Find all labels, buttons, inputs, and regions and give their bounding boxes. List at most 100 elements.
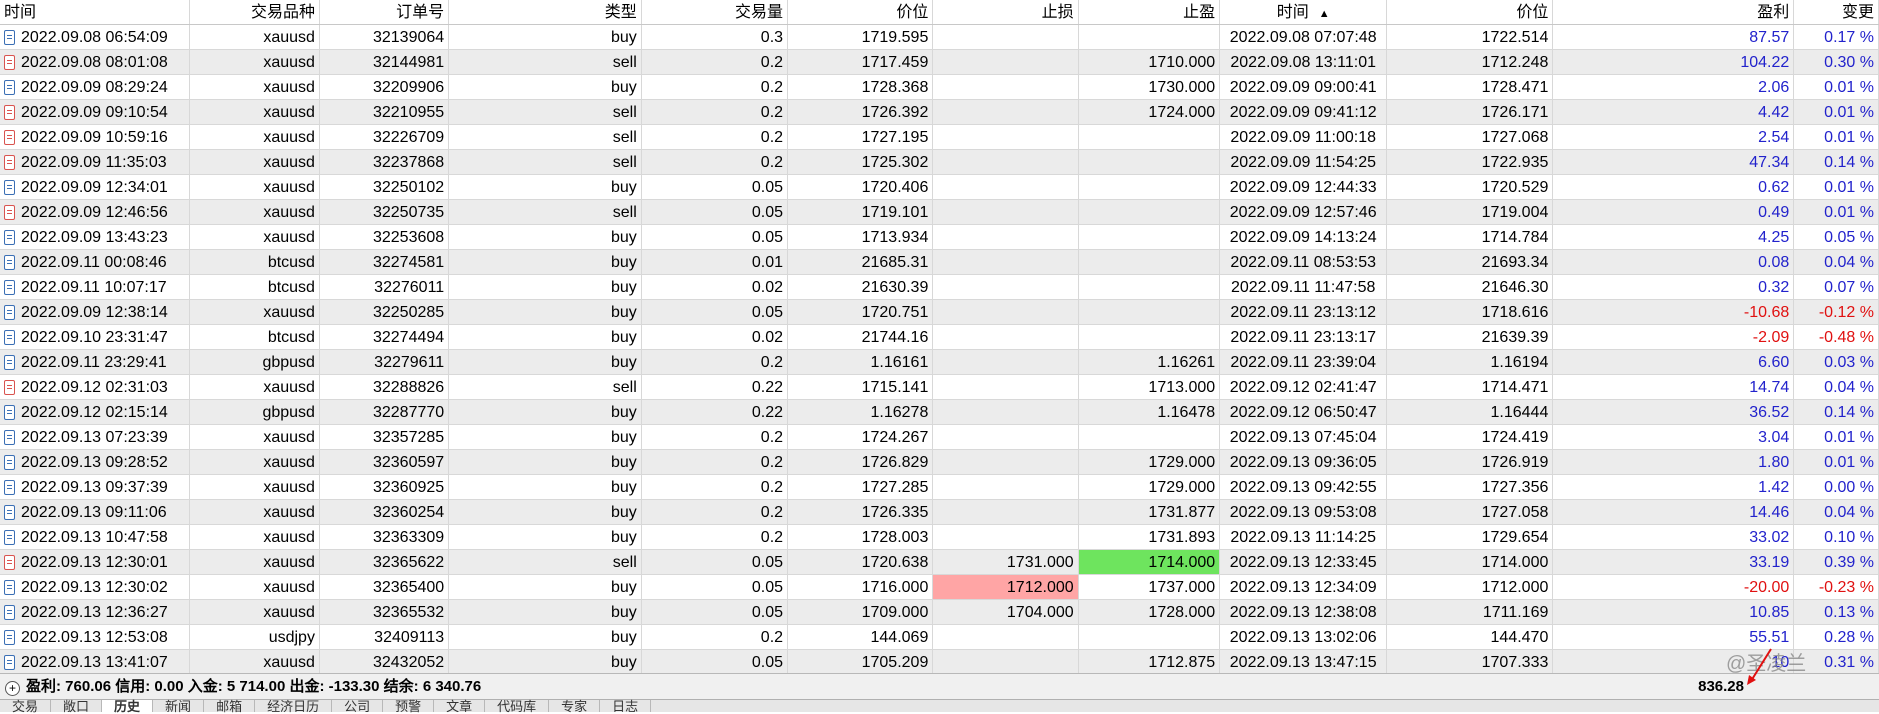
table-row[interactable]: 2022.09.13 09:11:06 xauusd 32360254 buy 0.2 1…	[0, 500, 1879, 525]
table-row[interactable]: 2022.09.13 13:41:07 xauusd 32432052 buy 0.05…	[0, 650, 1879, 675]
cell-text: xauusd	[263, 479, 315, 496]
table-row[interactable]: 2022.09.08 06:54:09 xauusd 32139064 buy 0.3 1…	[0, 25, 1879, 50]
take-profit-cell	[1079, 625, 1221, 649]
header-open-time[interactable]: 时间	[0, 0, 190, 24]
tab-5[interactable]: 经济日历	[255, 700, 333, 714]
header-close-time[interactable]: 时间 ▲	[1220, 0, 1388, 24]
table-row[interactable]: 2022.09.11 00:08:46 btcusd 32274581 buy 0.01…	[0, 250, 1879, 275]
tab-3[interactable]: 新闻	[153, 700, 205, 714]
ticket-cell: 32210955	[320, 100, 450, 124]
cell-text: 0.32	[1758, 279, 1790, 296]
symbol-cell: gbpusd	[190, 350, 320, 374]
type-cell: buy	[449, 450, 642, 474]
expand-icon[interactable]: +	[5, 681, 20, 696]
ticket-cell: 32288826	[320, 375, 450, 399]
open-time-cell: 2022.09.09 13:43:23	[0, 225, 190, 249]
cell-text: 1731.877	[1148, 504, 1216, 521]
table-row[interactable]: 2022.09.09 12:46:56 xauusd 32250735 sell 0.0…	[0, 200, 1879, 225]
tab-1[interactable]: 敞口	[51, 700, 103, 714]
header-stop-loss[interactable]: 止损	[933, 0, 1079, 24]
type-cell: buy	[449, 225, 642, 249]
close-price-cell: 21646.30	[1387, 275, 1554, 299]
cell-text: 2022.09.12 02:15:14	[21, 403, 168, 421]
table-row[interactable]: 2022.09.09 10:59:16 xauusd 32226709 sell 0.2…	[0, 125, 1879, 150]
cell-text: 0.3	[760, 29, 784, 46]
open-price-cell: 1713.934	[788, 225, 934, 249]
table-row[interactable]: 2022.09.12 02:15:14 gbpusd 32287770 buy 0.22…	[0, 400, 1879, 425]
table-row[interactable]: 2022.09.11 10:07:17 btcusd 32276011 buy 0.02…	[0, 275, 1879, 300]
table-row[interactable]: 2022.09.09 12:34:01 xauusd 32250102 buy 0.05…	[0, 175, 1879, 200]
cell-text: 1731.893	[1148, 529, 1216, 546]
cell-text: 2022.09.13 12:38:08	[1229, 604, 1377, 621]
cell-text: buy	[611, 354, 637, 371]
change-cell: 0.01 %	[1794, 200, 1879, 224]
volume-cell: 0.22	[642, 400, 789, 424]
symbol-cell: xauusd	[190, 600, 320, 624]
profit-cell: 1.80	[1553, 450, 1795, 474]
change-cell: 0.04 %	[1794, 500, 1879, 524]
header-type[interactable]: 类型	[449, 0, 642, 24]
table-row[interactable]: 2022.09.13 09:28:52 xauusd 32360597 buy 0.2 1…	[0, 450, 1879, 475]
table-row[interactable]: 2022.09.13 12:30:02 xauusd 32365400 buy 0.05…	[0, 575, 1879, 600]
header-symbol[interactable]: 交易品种	[190, 0, 320, 24]
header-close-price[interactable]: 价位	[1387, 0, 1554, 24]
open-time-cell: 2022.09.09 12:34:01	[0, 175, 190, 199]
cell-text: 2022.09.13 13:47:15	[1229, 654, 1377, 671]
cell-text: 1724.267	[861, 429, 929, 446]
table-row[interactable]: 2022.09.13 10:47:58 xauusd 32363309 buy 0.2 1…	[0, 525, 1879, 550]
cell-text: 0.04 %	[1824, 254, 1874, 271]
header-change[interactable]: 变更	[1794, 0, 1879, 24]
cell-text: 32250735	[372, 204, 445, 221]
tab-2[interactable]: 历史	[102, 700, 154, 714]
cell-text: btcusd	[267, 329, 315, 346]
take-profit-cell: 1728.000	[1079, 600, 1221, 624]
sell-order-icon	[4, 554, 15, 570]
header-take-profit[interactable]: 止盈	[1079, 0, 1221, 24]
profit-cell: 55.51	[1553, 625, 1795, 649]
close-price-cell: 1707.333	[1387, 650, 1554, 674]
tab-7[interactable]: 预警	[383, 700, 435, 714]
table-row[interactable]: 2022.09.10 23:31:47 btcusd 32274494 buy 0.02…	[0, 325, 1879, 350]
symbol-cell: xauusd	[190, 575, 320, 599]
table-row[interactable]: 2022.09.09 09:10:54 xauusd 32210955 sell 0.2…	[0, 100, 1879, 125]
table-row[interactable]: 2022.09.13 12:30:01 xauusd 32365622 sell 0.0…	[0, 550, 1879, 575]
header-open-price[interactable]: 价位	[788, 0, 934, 24]
table-row[interactable]: 2022.09.09 11:35:03 xauusd 32237868 sell 0.2…	[0, 150, 1879, 175]
profit-cell: -10.68	[1553, 300, 1795, 324]
table-row[interactable]: 2022.09.09 08:29:24 xauusd 32209906 buy 0.2 1…	[0, 75, 1879, 100]
cell-text: 2022.09.09 12:57:46	[1229, 204, 1377, 221]
cell-text: 2022.09.08 07:07:48	[1229, 29, 1377, 46]
cell-text: 1712.000	[1006, 579, 1074, 596]
table-row[interactable]: 2022.09.11 23:29:41 gbpusd 32279611 buy 0.2 1…	[0, 350, 1879, 375]
header-ticket[interactable]: 订单号	[320, 0, 450, 24]
tab-9[interactable]: 代码库	[485, 700, 550, 714]
ticket-cell: 32274581	[320, 250, 450, 274]
tab-8[interactable]: 文章	[434, 700, 486, 714]
tab-10[interactable]: 专家	[549, 700, 601, 714]
table-row[interactable]: 2022.09.13 12:53:08 usdjpy 32409113 buy 0.2 1…	[0, 625, 1879, 650]
cell-text: 1711.169	[1482, 604, 1549, 621]
tab-6[interactable]: 公司	[332, 700, 384, 714]
header-profit[interactable]: 盈利	[1553, 0, 1795, 24]
header-volume[interactable]: 交易量	[642, 0, 789, 24]
tab-0[interactable]: 交易	[0, 700, 52, 714]
table-row[interactable]: 2022.09.08 08:01:08 xauusd 32144981 sell 0.2…	[0, 50, 1879, 75]
table-row[interactable]: 2022.09.12 02:31:03 xauusd 32288826 sell 0.2…	[0, 375, 1879, 400]
table-row[interactable]: 2022.09.09 12:38:14 xauusd 32250285 buy 0.05…	[0, 300, 1879, 325]
cell-text: 1717.459	[861, 54, 929, 71]
cell-text: 2022.09.09 11:00:18	[1230, 129, 1376, 146]
open-time-cell: 2022.09.13 12:30:02	[0, 575, 190, 599]
sell-order-icon	[4, 129, 15, 145]
summary-bar: + 盈利: 760.06 信用: 0.00 入金: 5 714.00 出金: -1…	[0, 673, 1879, 700]
table-row[interactable]: 2022.09.13 09:37:39 xauusd 32360925 buy 0.2 1…	[0, 475, 1879, 500]
table-row[interactable]: 2022.09.13 12:36:27 xauusd 32365532 buy 0.05…	[0, 600, 1879, 625]
cell-text: 32365622	[372, 554, 445, 571]
close-time-cell: 2022.09.13 12:38:08	[1220, 600, 1388, 624]
table-row[interactable]: 2022.09.09 13:43:23 xauusd 32253608 buy 0.05…	[0, 225, 1879, 250]
tab-11[interactable]: 日志	[600, 700, 652, 714]
tab-4[interactable]: 邮箱	[204, 700, 256, 714]
close-time-cell: 2022.09.08 13:11:01	[1220, 50, 1388, 74]
cell-text: 1715.141	[861, 379, 929, 396]
type-cell: sell	[449, 50, 642, 74]
table-row[interactable]: 2022.09.13 07:23:39 xauusd 32357285 buy 0.2 1…	[0, 425, 1879, 450]
